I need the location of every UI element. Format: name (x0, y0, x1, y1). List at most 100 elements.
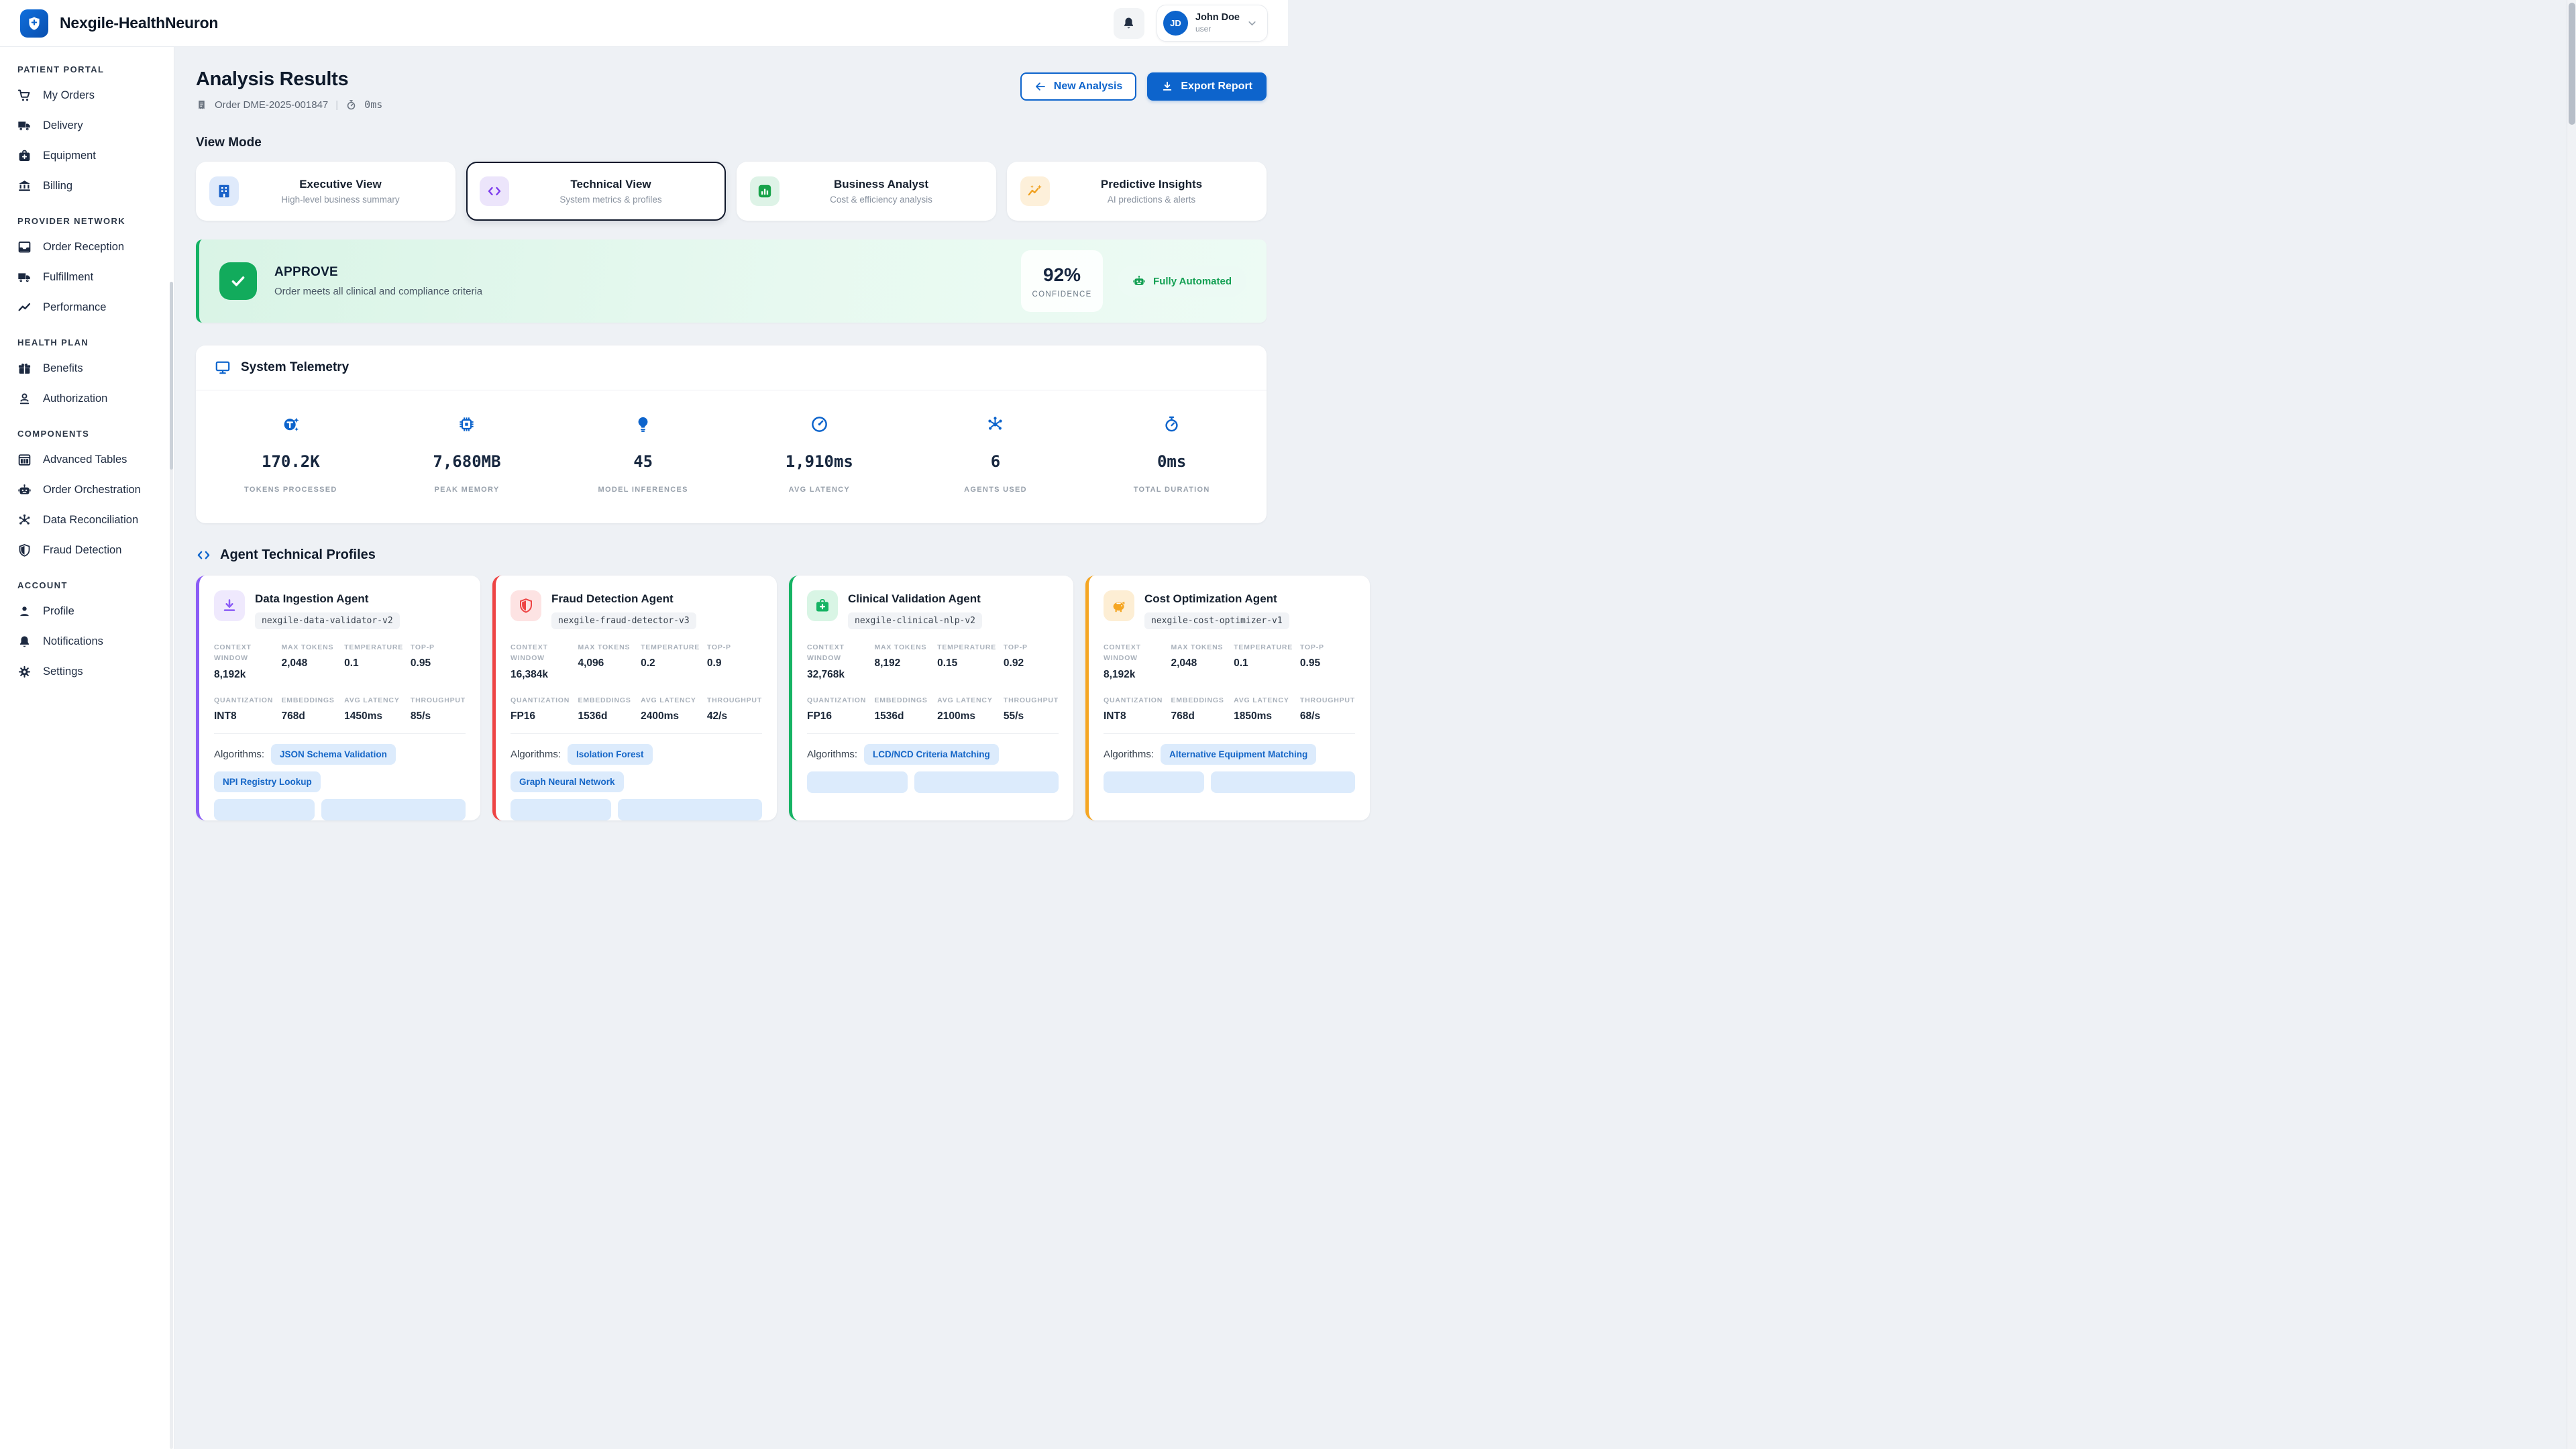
sidebar-item-profile[interactable]: Profile (0, 596, 174, 627)
sidebar-item-settings[interactable]: Settings (0, 657, 174, 687)
view-mode-technical-view[interactable]: Technical View System metrics & profiles (466, 162, 726, 221)
spec-label: EMBEDDINGS (1171, 695, 1230, 706)
page-scrollbar[interactable] (2567, 0, 2576, 1449)
view-mode-predictive-insights[interactable]: Predictive Insights AI predictions & ale… (1007, 162, 1267, 221)
spec-label: TEMPERATURE (1234, 642, 1296, 653)
notifications-button[interactable] (1114, 8, 1144, 39)
sidebar-item-billing[interactable]: Billing (0, 171, 174, 201)
algorithms-label: Algorithms: (214, 749, 264, 760)
spec-value: 0.15 (937, 657, 1000, 669)
spec-label: THROUGHPUT (707, 695, 762, 706)
telemetry-title: System Telemetry (241, 360, 349, 375)
view-mode-business-analyst[interactable]: Business Analyst Cost & efficiency analy… (737, 162, 996, 221)
spec-value: 2,048 (281, 657, 340, 669)
sidebar-item-order-reception[interactable]: Order Reception (0, 232, 174, 262)
person-icon (17, 604, 32, 619)
main-content: Analysis Results Order DME-2025-001847 |… (174, 47, 1279, 820)
algorithm-tag-clipped (321, 799, 466, 820)
automation-badge: Fully Automated (1118, 266, 1246, 297)
agent-spec: THROUGHPUT 68/s (1300, 695, 1355, 722)
sidebar-item-fraud-detection[interactable]: Fraud Detection (0, 535, 174, 566)
metric-label: AGENTS USED (908, 486, 1084, 494)
agent-spec: MAX TOKENS 2,048 (281, 642, 340, 681)
agent-spec: TEMPERATURE 0.15 (937, 642, 1000, 681)
agent-spec: EMBEDDINGS 768d (1171, 695, 1230, 722)
spec-value: 2,048 (1171, 657, 1230, 669)
agent-spec: QUANTIZATION FP16 (807, 695, 870, 722)
verdict-description: Order meets all clinical and compliance … (274, 286, 482, 297)
view-mode-subtitle: AI predictions & alerts (1050, 195, 1253, 205)
metric-label: MODEL INFERENCES (555, 486, 731, 494)
sidebar-item-benefits[interactable]: Benefits (0, 354, 174, 384)
spec-label: AVG LATENCY (344, 695, 407, 706)
spec-value: 1536d (874, 710, 933, 722)
order-meta: Order DME-2025-001847 | 0ms (196, 99, 382, 111)
agent-spec: EMBEDDINGS 768d (281, 695, 340, 722)
spec-label: MAX TOKENS (281, 642, 340, 653)
spec-label: AVG LATENCY (1234, 695, 1296, 706)
code-icon (196, 547, 211, 563)
agent-card-clinical-validation-agent: Clinical Validation Agent nexgile-clinic… (789, 576, 1073, 820)
spec-value: INT8 (1104, 710, 1167, 722)
spec-value: 55/s (1004, 710, 1059, 722)
agent-spec: TOP-P 0.95 (411, 642, 466, 681)
download-icon (1161, 80, 1173, 93)
algorithm-tag-clipped (1211, 771, 1355, 793)
user-name: John Doe (1195, 12, 1240, 23)
check-icon (229, 272, 248, 290)
sidebar-scrollbar-thumb[interactable] (170, 282, 173, 470)
sidebar-item-advanced-tables[interactable]: Advanced Tables (0, 445, 174, 475)
code-icon (486, 183, 502, 199)
sidebar-item-fulfillment[interactable]: Fulfillment (0, 262, 174, 292)
sidebar-item-performance[interactable]: Performance (0, 292, 174, 323)
spec-value: 1850ms (1234, 710, 1296, 722)
sidebar-item-equipment[interactable]: Equipment (0, 141, 174, 171)
new-analysis-button[interactable]: New Analysis (1020, 72, 1137, 101)
algorithm-tag-clipped (1104, 771, 1204, 793)
algorithm-tag: NPI Registry Lookup (214, 771, 321, 792)
person-check-icon (17, 392, 32, 406)
spec-value: 0.95 (411, 657, 466, 669)
view-mode-subtitle: System metrics & profiles (509, 195, 712, 205)
spec-value: 2100ms (937, 710, 1000, 722)
sidebar-item-label: Notifications (43, 635, 103, 648)
agent-spec: CONTEXT WINDOW 8,192k (1104, 642, 1167, 681)
robot-icon (17, 483, 32, 497)
metric-value: 7,680MB (379, 452, 555, 471)
agent-spec: AVG LATENCY 1450ms (344, 695, 407, 722)
algorithm-tag: Isolation Forest (568, 744, 653, 765)
sidebar-item-data-reconciliation[interactable]: Data Reconciliation (0, 505, 174, 535)
agent-spec: CONTEXT WINDOW 32,768k (807, 642, 870, 681)
spec-label: TOP-P (1300, 642, 1355, 653)
monitor-icon (215, 360, 231, 376)
piggy-icon (1111, 598, 1127, 614)
telemetry-metric: 170.2K TOKENS PROCESSED (203, 415, 379, 494)
shield-icon (518, 598, 534, 614)
sidebar-item-my-orders[interactable]: My Orders (0, 80, 174, 111)
export-report-button[interactable]: Export Report (1147, 72, 1267, 101)
agent-spec: AVG LATENCY 2100ms (937, 695, 1000, 722)
spec-value: 68/s (1300, 710, 1355, 722)
spec-value: INT8 (214, 710, 277, 722)
spec-label: TEMPERATURE (344, 642, 407, 653)
sidebar-section-label: HEALTH PLAN (0, 323, 174, 354)
chart-tile (750, 176, 780, 206)
spec-value: 0.1 (344, 657, 407, 669)
view-mode-subtitle: High-level business summary (239, 195, 442, 205)
user-menu[interactable]: JD John Doe user (1157, 5, 1268, 42)
sidebar-item-notifications[interactable]: Notifications (0, 627, 174, 657)
order-id: Order DME-2025-001847 (215, 99, 328, 111)
agent-spec: THROUGHPUT 55/s (1004, 695, 1059, 722)
sidebar-item-delivery[interactable]: Delivery (0, 111, 174, 141)
sidebar-item-authorization[interactable]: Authorization (0, 384, 174, 414)
sidebar-item-order-orchestration[interactable]: Order Orchestration (0, 475, 174, 505)
spec-label: EMBEDDINGS (281, 695, 340, 706)
view-mode-title: Predictive Insights (1050, 178, 1253, 191)
page-scrollbar-thumb[interactable] (2569, 3, 2575, 125)
metric-label: TOTAL DURATION (1083, 486, 1260, 494)
view-mode-executive-view[interactable]: Executive View High-level business summa… (196, 162, 455, 221)
agent-spec: THROUGHPUT 85/s (411, 695, 466, 722)
table-icon (17, 453, 32, 467)
confidence-value: 92% (1043, 264, 1081, 286)
spec-value: 8,192k (214, 669, 277, 681)
